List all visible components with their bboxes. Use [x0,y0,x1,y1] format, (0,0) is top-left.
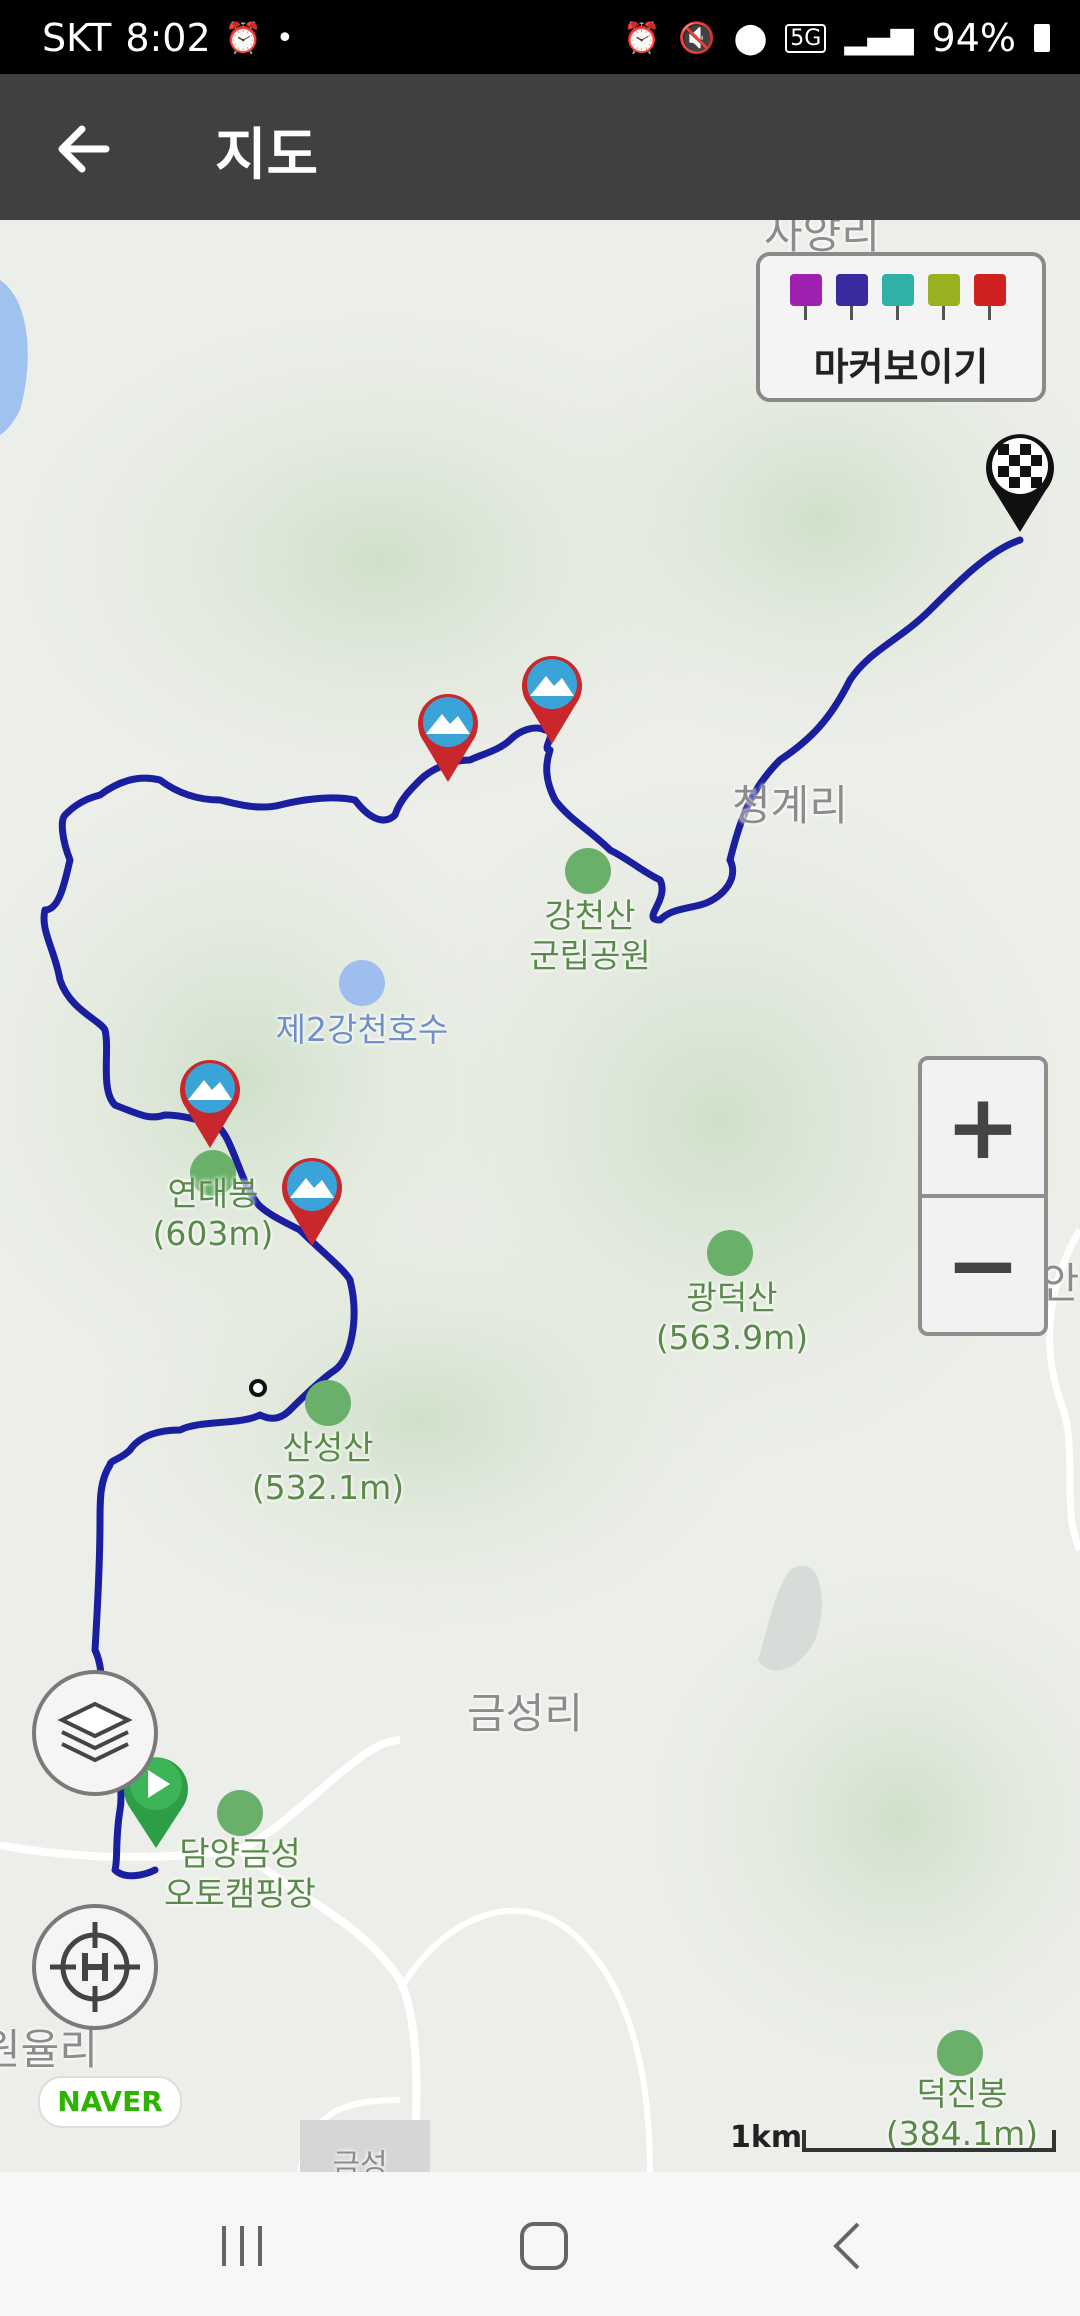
back-button[interactable] [50,114,120,184]
app-bar: 지도 [0,74,1080,220]
status-right: ⏰ 🔇 ⬤ 5G ▂▄▆ 94% [623,16,1050,60]
naver-attribution: NAVER [38,2076,182,2128]
status-bar: SKT 8:02 ⏰ • ⏰ 🔇 ⬤ 5G ▂▄▆ 94% [0,0,1080,74]
photo-pin-icon[interactable] [174,1056,246,1150]
village-label-bottom: 금성 [332,2148,388,2172]
peak-label-sanseong: 산성산 (532.1m) [251,1428,405,1507]
system-nav-bar [0,2172,1080,2316]
peak-label-yeondae: 연대봉 (603m) [152,1174,274,1253]
peak-label-gwangdeok: 광덕산 (563.9m) [655,1278,809,1357]
village-label-cheonggye: 청계리 [732,781,848,830]
peak-poi-icon [937,2030,983,2076]
marker-toggle-label: 마커보이기 [813,345,989,389]
photo-pin-icon[interactable] [412,690,484,784]
waypoint-dot [249,1379,267,1397]
village-label-top: 사양리 [764,220,880,258]
zoom-out-button[interactable]: − [922,1198,1044,1332]
home-location-button[interactable] [32,1904,158,2030]
battery-label: 94% [931,16,1016,60]
camping-poi-icon [217,1790,263,1836]
carrier-label: SKT [42,16,112,60]
arrow-left-icon [58,125,110,173]
finish-flag-icon[interactable] [980,430,1060,534]
recents-icon[interactable] [212,2216,272,2276]
peak-poi-icon [707,1230,753,1276]
signal-icon: ▂▄▆ [844,20,914,56]
village-label-wonyul: 원율리 [0,2025,98,2074]
photo-pin-icon[interactable] [516,652,588,746]
marker-toggle-button[interactable]: 마커보이기 [756,252,1046,402]
camera-marker-icon [790,274,822,320]
lake-poi-icon [339,960,385,1006]
flag-marker-icon [974,274,1006,320]
notification-dot-icon: • [276,20,294,56]
peak-poi-icon [305,1380,351,1426]
scale-label: 1km [730,2120,803,2155]
note-marker-icon [928,274,960,320]
location-icon: ⬤ [733,20,768,56]
video-marker-icon [836,274,868,320]
marker-icons [790,274,1006,320]
mute-icon: 🔇 [678,20,716,56]
zoom-in-button[interactable]: + [922,1060,1044,1194]
home-icon[interactable] [514,2216,574,2276]
back-nav-icon[interactable] [820,2216,880,2276]
scale-bar [802,2130,1056,2152]
alarm-icon: ⏰ [224,20,263,56]
mic-marker-icon [882,274,914,320]
map-view[interactable]: 사양리 청계리 금성리 상안리 원율리 금성 강천산 군립공원 제2강천호수 연… [0,220,1080,2172]
network-label: 5G [785,23,827,53]
lake-label: 제2강천호수 [275,1010,449,1049]
park-poi-icon [565,848,611,894]
park-label: 강천산 군립공원 [529,896,651,975]
alarm-icon: ⏰ [622,20,661,56]
village-label-geumseong: 금성리 [467,1689,583,1738]
time-label: 8:02 [125,16,211,60]
battery-icon [1034,24,1050,52]
photo-pin-icon[interactable] [276,1154,348,1248]
crosshair-icon [50,1922,140,2012]
page-title: 지도 [215,123,319,188]
layers-button[interactable] [32,1670,158,1796]
zoom-control: + − [918,1056,1048,1336]
layers-icon [57,1701,133,1763]
status-left: SKT 8:02 ⏰ • [42,16,294,60]
